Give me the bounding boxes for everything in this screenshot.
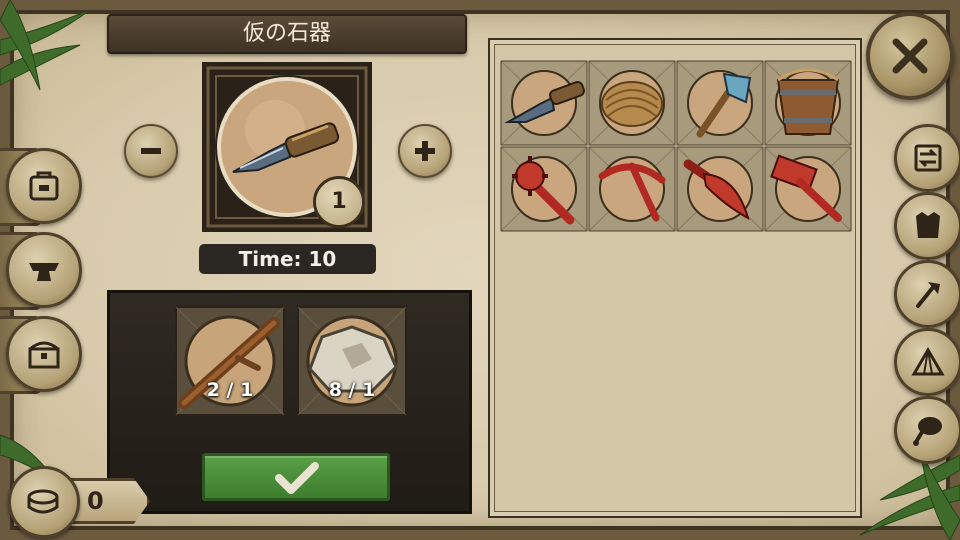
wooden-bucket-icon xyxy=(776,68,840,135)
hammer-icon xyxy=(770,154,842,222)
recipe-item[interactable] xyxy=(588,60,676,146)
plus-icon xyxy=(415,141,435,161)
tools-button[interactable] xyxy=(894,260,960,328)
coins-button[interactable] xyxy=(8,466,80,538)
recipe-list-panel xyxy=(488,38,862,518)
swap-icon xyxy=(914,144,942,172)
recipe-grid xyxy=(500,60,852,232)
stone-knife-icon xyxy=(504,81,585,123)
close-button[interactable] xyxy=(866,12,954,100)
palm-leaf-top-left xyxy=(0,0,91,91)
chest-icon xyxy=(28,341,60,369)
stone-axe-icon xyxy=(696,72,752,138)
checkmark-icon xyxy=(275,462,319,494)
coins-icon xyxy=(27,489,59,514)
axe-icon xyxy=(916,282,940,308)
tent-icon xyxy=(911,347,945,376)
storage-button[interactable] xyxy=(6,316,82,392)
swap-button[interactable] xyxy=(894,124,960,192)
recipe-item[interactable] xyxy=(676,60,764,146)
ingredient-slot: 8 / 1 xyxy=(296,305,408,417)
recipe-item[interactable] xyxy=(588,146,676,232)
ingredient-count: 8 / 1 xyxy=(328,379,376,401)
craft-time: Time: 10 xyxy=(199,244,376,274)
craft-confirm-button[interactable] xyxy=(202,453,390,501)
crafting-button[interactable] xyxy=(6,232,82,308)
recipe-item[interactable] xyxy=(764,60,852,146)
product-quantity-badge: 1 xyxy=(313,176,365,228)
increase-quantity-button[interactable] xyxy=(398,124,452,178)
anvil-icon xyxy=(29,263,59,281)
stone-knife-icon xyxy=(232,122,340,173)
armor-button[interactable] xyxy=(894,192,960,260)
rope-icon xyxy=(601,81,663,127)
recipe-item[interactable] xyxy=(764,146,852,232)
recipe-item[interactable] xyxy=(500,146,588,232)
backpack-icon xyxy=(29,171,59,201)
meat-icon xyxy=(913,417,942,446)
inventory-button[interactable] xyxy=(6,148,82,224)
recipe-item[interactable] xyxy=(676,146,764,232)
machete-icon xyxy=(683,159,750,221)
food-button[interactable] xyxy=(894,396,960,464)
ingredients-panel: 2 / 1 8 / 1 xyxy=(107,290,472,514)
close-icon xyxy=(892,38,928,74)
decrease-quantity-button[interactable] xyxy=(124,124,178,178)
spiked-club-icon xyxy=(512,156,575,225)
shelter-button[interactable] xyxy=(894,328,960,396)
ingredient-count: 2 / 1 xyxy=(206,379,254,401)
ingredient-slot: 2 / 1 xyxy=(174,305,286,417)
recipe-item[interactable] xyxy=(500,60,588,146)
pickaxe-icon xyxy=(598,162,666,222)
minus-icon xyxy=(141,148,161,154)
page-title: 仮の石器 xyxy=(107,14,467,54)
armor-icon xyxy=(916,212,940,238)
currency-amount: 0 xyxy=(87,487,104,515)
